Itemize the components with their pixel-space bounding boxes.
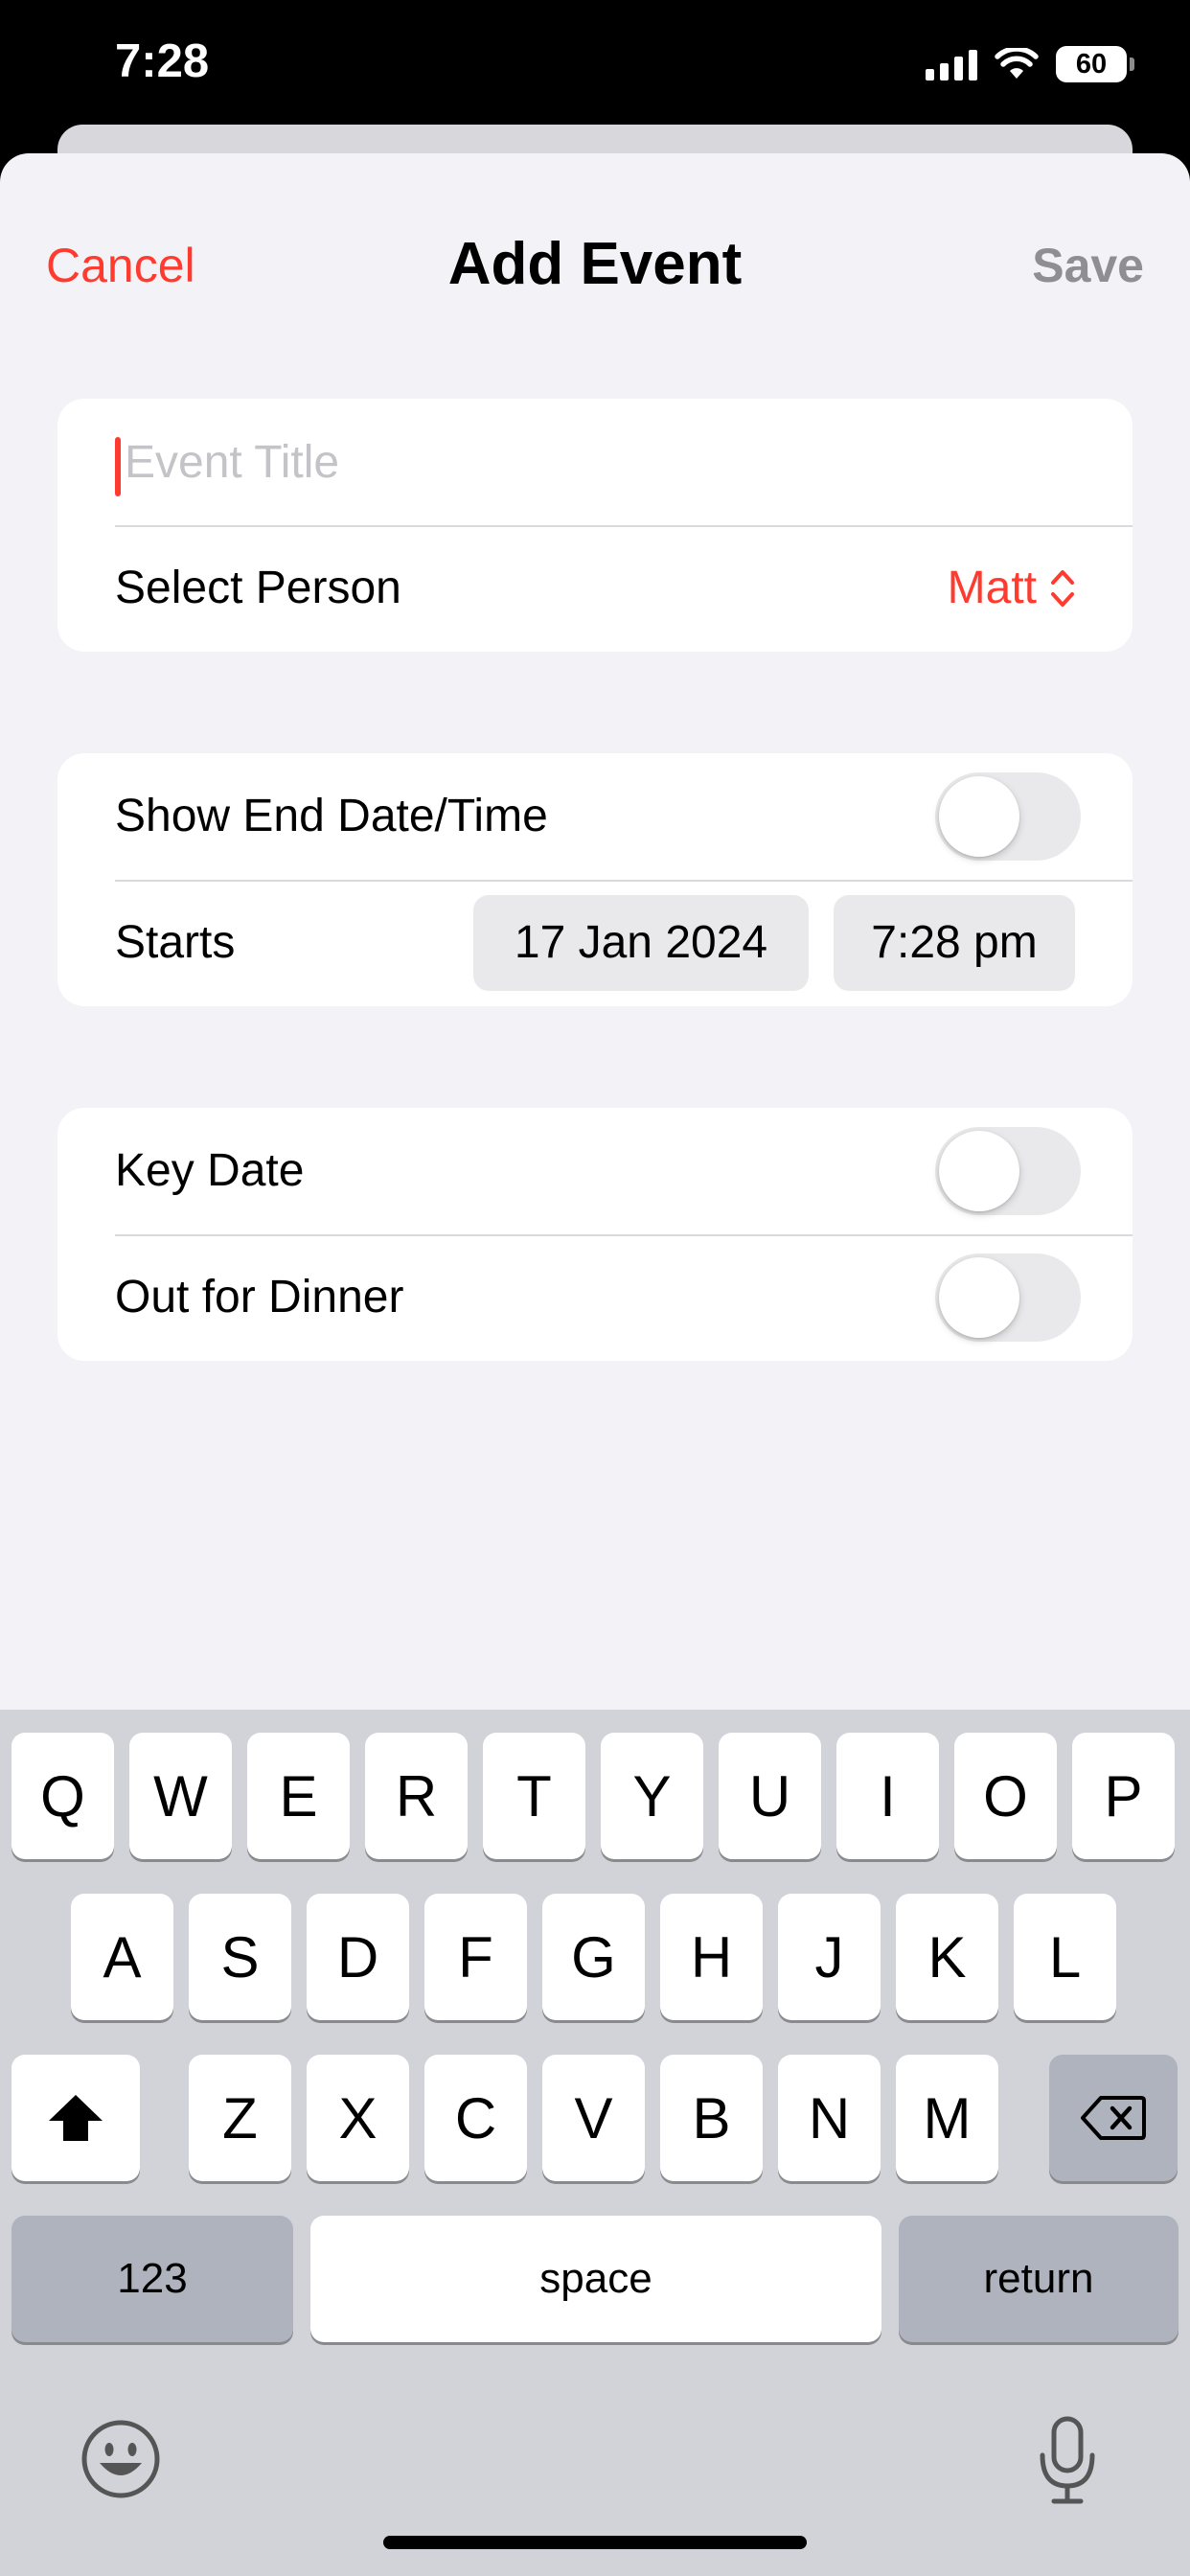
home-indicator[interactable]: [383, 2536, 807, 2549]
battery-level: 60: [1075, 48, 1108, 80]
status-icons: 60: [926, 42, 1134, 86]
save-button[interactable]: Save: [1032, 238, 1144, 293]
cellular-signal-icon: [926, 48, 977, 80]
key-i[interactable]: I: [836, 1733, 939, 1859]
key-p[interactable]: P: [1072, 1733, 1175, 1859]
key-v[interactable]: V: [542, 2055, 645, 2181]
show-end-row: Show End Date/Time: [57, 753, 1133, 880]
emoji-icon[interactable]: [80, 2419, 161, 2499]
status-bar: 7:28 60: [0, 0, 1190, 144]
key-g[interactable]: G: [542, 1894, 645, 2020]
key-k[interactable]: K: [896, 1894, 998, 2020]
select-person-row[interactable]: Select Person Matt: [57, 525, 1133, 652]
key-m[interactable]: M: [896, 2055, 998, 2181]
show-end-toggle[interactable]: [935, 772, 1081, 861]
key-z[interactable]: Z: [189, 2055, 291, 2181]
page-title: Add Event: [447, 231, 743, 297]
person-picker-value: Matt: [947, 563, 1037, 613]
key-date-toggle[interactable]: [935, 1127, 1081, 1215]
space-key[interactable]: space: [310, 2216, 881, 2342]
starts-label: Starts: [115, 917, 236, 968]
text-caret: [115, 437, 121, 496]
starts-row: Starts 17 Jan 2024 7:28 pm: [57, 880, 1133, 1006]
shift-key[interactable]: [11, 2055, 140, 2181]
out-for-dinner-row: Out for Dinner: [57, 1234, 1133, 1361]
start-time-button[interactable]: 7:28 pm: [834, 895, 1075, 991]
key-a[interactable]: A: [71, 1894, 173, 2020]
key-date-row: Key Date: [57, 1108, 1133, 1234]
backspace-icon: [1081, 2096, 1146, 2140]
key-h[interactable]: H: [660, 1894, 763, 2020]
key-c[interactable]: C: [424, 2055, 527, 2181]
key-d[interactable]: D: [307, 1894, 409, 2020]
battery-icon: 60: [1056, 46, 1134, 82]
key-x[interactable]: X: [307, 2055, 409, 2181]
key-t[interactable]: T: [483, 1733, 585, 1859]
key-s[interactable]: S: [189, 1894, 291, 2020]
key-l[interactable]: L: [1014, 1894, 1116, 2020]
microphone-icon[interactable]: [1037, 2415, 1098, 2505]
shift-arrow-icon: [49, 2095, 103, 2141]
event-title-input[interactable]: [125, 399, 1083, 525]
key-e[interactable]: E: [247, 1733, 350, 1859]
chevron-up-down-icon: [1051, 570, 1074, 607]
wifi-icon: [995, 48, 1039, 79]
key-f[interactable]: F: [424, 1894, 527, 2020]
key-y[interactable]: Y: [601, 1733, 703, 1859]
event-title-row[interactable]: [57, 399, 1133, 525]
key-u[interactable]: U: [719, 1733, 821, 1859]
key-date-label: Key Date: [115, 1145, 305, 1196]
key-w[interactable]: W: [129, 1733, 232, 1859]
out-for-dinner-label: Out for Dinner: [115, 1272, 404, 1322]
key-n[interactable]: N: [778, 2055, 881, 2181]
key-q[interactable]: Q: [11, 1733, 114, 1859]
start-date-button[interactable]: 17 Jan 2024: [473, 895, 809, 991]
out-for-dinner-toggle[interactable]: [935, 1254, 1081, 1342]
event-details-card: Select Person Matt: [57, 399, 1133, 652]
return-key[interactable]: return: [899, 2216, 1179, 2342]
numbers-key[interactable]: 123: [11, 2216, 293, 2342]
date-time-card: Show End Date/Time Starts 17 Jan 2024 7:…: [57, 753, 1133, 1006]
key-j[interactable]: J: [778, 1894, 881, 2020]
status-time: 7:28: [115, 35, 210, 87]
flags-card: Key Date Out for Dinner: [57, 1108, 1133, 1361]
key-o[interactable]: O: [954, 1733, 1057, 1859]
select-person-label: Select Person: [115, 563, 401, 613]
key-b[interactable]: B: [660, 2055, 763, 2181]
person-picker[interactable]: Matt: [948, 525, 1075, 652]
show-end-label: Show End Date/Time: [115, 791, 548, 841]
key-r[interactable]: R: [365, 1733, 468, 1859]
delete-key[interactable]: [1049, 2055, 1178, 2181]
keyboard: Q W E R T Y U I O P A S D F G H J K L Z …: [0, 1710, 1190, 2576]
